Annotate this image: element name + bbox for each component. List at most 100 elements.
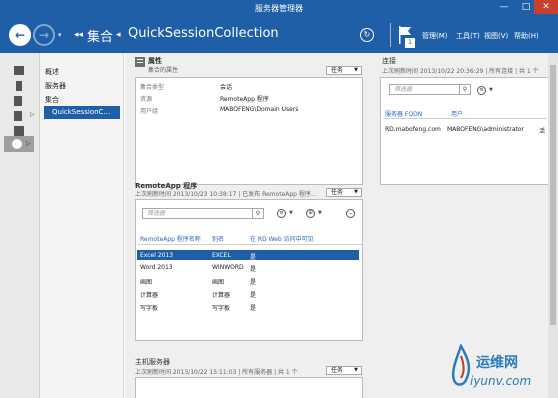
chevron-down-icon: ▼ (354, 67, 358, 73)
chevron-down-icon[interactable]: ▼ (318, 210, 322, 216)
chevron-down-icon: ▼ (354, 367, 358, 373)
column-header-web-visible[interactable]: 在 RD Web 访问中可见 (250, 234, 314, 243)
column-header-name[interactable]: RemoteApp 程序名称 (140, 234, 201, 243)
header-divider (383, 118, 547, 119)
properties-subtitle: 集合的属性 (148, 67, 179, 74)
connections-subtitle: 上次刷新时间 2013/10/22 20:36:29 | 所有连接 | 共 1 … (382, 68, 539, 75)
sidebar-item-servers[interactable]: 服务器 (45, 81, 66, 91)
property-label: 用户组 (140, 108, 159, 115)
back-button[interactable]: ← (9, 24, 31, 46)
title-bar: 服务器管理器 — □ ✕ (0, 0, 558, 17)
menu-view[interactable]: 视图(V) (484, 31, 508, 41)
tasks-label: 任务 (331, 67, 344, 74)
app-alias-cell: 画图 (212, 279, 225, 286)
sidebar-item-quicksession[interactable]: QuickSessionC... (44, 106, 120, 119)
column-header-user[interactable]: 用户 (451, 109, 463, 118)
column-header-server[interactable]: 服务器 FQDN (385, 109, 422, 118)
app-visible-cell: 是 (250, 292, 257, 299)
all-servers-icon[interactable] (12, 95, 26, 107)
connection-user[interactable]: MABOFENG\administrator (447, 126, 524, 133)
sidebar-item-overview[interactable]: 概述 (45, 67, 59, 77)
app-name-cell[interactable]: 写字板 (140, 303, 158, 312)
watermark-cn-text: 运维网 (476, 355, 518, 371)
menu-help[interactable]: 帮助(H) (514, 31, 539, 41)
close-button[interactable]: ✕ (534, 0, 558, 14)
filter-placeholder: 筛选器 (147, 210, 166, 217)
column-header-alias[interactable]: 别名 (212, 234, 224, 243)
sidebar-item-collections[interactable]: 集合 (45, 95, 59, 105)
refresh-icon[interactable]: ↻ (360, 28, 374, 42)
forward-arrow-icon: → (38, 28, 50, 42)
properties-tasks-button[interactable]: 任务 ▼ (326, 66, 362, 75)
window-title: 服务器管理器 (255, 4, 303, 13)
host-servers-tasks-button[interactable]: 任务 ▼ (326, 366, 362, 375)
property-value: 会话 (220, 84, 233, 91)
app-visible-cell: 是 (250, 279, 257, 286)
breadcrumb-collections[interactable]: 集合 (87, 26, 113, 45)
app-name-cell[interactable]: 画图 (140, 277, 152, 286)
history-dropdown-icon[interactable]: ▾ (58, 31, 62, 39)
watermark-en-text: iyunv.com (470, 374, 532, 388)
app-name-cell: Excel 2013 (140, 252, 174, 259)
remoteapp-tasks-button[interactable]: 任务 ▼ (326, 188, 362, 197)
app-visible-cell: 是 (250, 305, 257, 312)
toolbar-divider (390, 23, 391, 47)
connections-filter-input[interactable]: 筛选器 ⚲ (389, 84, 471, 95)
app-visible-cell: 是 (250, 266, 257, 273)
remoteapp-filter-input[interactable]: 筛选器 ⚲ (142, 208, 264, 219)
chevron-down-icon: ▼ (354, 189, 358, 195)
expand-icon[interactable]: ⌄ (346, 209, 355, 218)
app-alias-cell: WINWORD (212, 264, 244, 271)
remote-desktop-services-icon[interactable]: ▷ (4, 136, 34, 152)
header-divider (138, 244, 362, 245)
back-arrow-icon: ← (14, 28, 26, 42)
breadcrumb-quicksession[interactable]: QuickSessionCollection (128, 26, 279, 41)
property-label: 集合类型 (140, 84, 165, 91)
table-row[interactable]: Excel 2013 EXCEL 是 (137, 250, 359, 261)
sidebar: 概述 服务器 集合 QuickSessionC... (40, 53, 124, 398)
app-alias-cell: 计算器 (212, 292, 231, 299)
property-label: 资源 (140, 96, 153, 103)
group-by-icon[interactable]: ⊞ (306, 209, 315, 218)
menu-tools[interactable]: 工具(T) (456, 31, 480, 41)
property-value: RemoteApp 程序 (220, 96, 269, 103)
tasks-label: 任务 (331, 189, 344, 196)
filter-placeholder: 筛选器 (394, 86, 413, 93)
breadcrumb-separator: ◂◂ (74, 30, 84, 40)
tasks-label: 任务 (331, 367, 344, 374)
role-icon-strip: ▷ ▷ (0, 53, 40, 398)
scrollbar-thumb[interactable] (550, 65, 556, 325)
breadcrumb-separator: ◂ (116, 30, 121, 40)
forward-button[interactable]: → (33, 24, 55, 46)
host-servers-panel (135, 377, 363, 398)
remoteapp-subtitle: 上次刷新时间 2013/10/23 10:38:17 | 已发布 RemoteA… (135, 191, 317, 198)
connection-state: 活 (539, 128, 546, 135)
host-servers-subtitle: 上次刷新时间 2013/10/22 15:11:03 | 所有服务器 | 共 1… (135, 369, 298, 376)
dashboard-icon[interactable] (12, 65, 26, 77)
app-alias-cell: 写字板 (212, 305, 231, 312)
app-name-cell[interactable]: 计算器 (140, 290, 158, 299)
navigation-bar: ← → ▾ ◂◂ 集合 ◂ QuickSessionCollection ↻ 1… (0, 17, 558, 53)
search-icon: ⚲ (252, 208, 263, 219)
file-services-icon[interactable]: ▷ (12, 110, 35, 122)
connection-server[interactable]: RD.mabofeng.com (385, 126, 441, 133)
notification-count-badge: 1 (405, 38, 415, 48)
remoteapp-panel: 筛选器 ⚲ ≡ ▼ ⊞ ▼ ⌄ RemoteApp 程序名称 别名 在 RD W… (135, 199, 363, 341)
filter-options-icon[interactable]: ≡ (277, 209, 286, 218)
properties-panel: 集合类型 会话 资源 RemoteApp 程序 用户组 MABOFENG\Dom… (135, 77, 363, 185)
properties-icon (135, 57, 145, 67)
menu-manage[interactable]: 管理(M) (422, 31, 448, 41)
minimize-button[interactable]: — (492, 0, 516, 14)
property-value: MABOFENG\Domain Users (220, 106, 299, 113)
connections-panel: 筛选器 ⚲ ≡ ▼ 服务器 FQDN 用户 RD.mabofeng.com MA… (380, 77, 548, 185)
local-server-icon[interactable] (12, 80, 26, 92)
chevron-down-icon[interactable]: ▼ (289, 210, 293, 216)
app-visible-cell: 是 (250, 254, 257, 261)
app-alias-cell: EXCEL (212, 252, 231, 259)
chevron-down-icon[interactable]: ▼ (489, 87, 493, 93)
connections-title: 连接 (382, 57, 396, 65)
app-name-cell[interactable]: Word 2013 (140, 264, 173, 271)
filter-options-icon[interactable]: ≡ (477, 86, 486, 95)
host-servers-title: 主机服务器 (135, 358, 170, 366)
search-icon: ⚲ (459, 84, 470, 95)
